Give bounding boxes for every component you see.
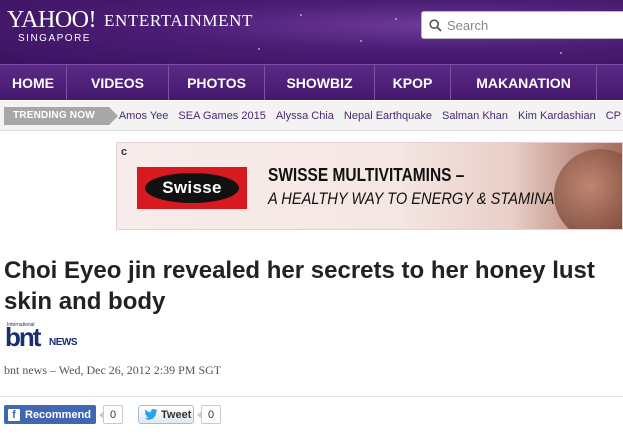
trending-link[interactable]: Kim Kardashian [518, 110, 596, 122]
tweet-button[interactable]: Tweet [138, 405, 194, 424]
header-sparkle [258, 48, 260, 50]
logo-section: ENTERTAINMENT [104, 11, 253, 30]
trending-link[interactable]: CP [606, 110, 621, 122]
swisse-logo: Swisse [137, 167, 247, 209]
search-icon [429, 18, 442, 32]
nav-item-showbiz[interactable]: SHOWBIZ [265, 65, 375, 100]
nav-item-videos[interactable]: VIDEOS [67, 65, 169, 100]
tweet-count: 0 [196, 405, 222, 424]
nav-item-photos[interactable]: PHOTOS [169, 65, 265, 100]
trending-link[interactable]: Nepal Earthquake [344, 110, 432, 122]
facebook-icon: f [8, 408, 20, 421]
facebook-recommend-button[interactable]: f Recommend [4, 405, 96, 424]
facebook-count: 0 [98, 405, 124, 424]
source-logo-main: bnt [5, 322, 41, 352]
search-box[interactable] [421, 11, 623, 39]
twitter-bird-icon [144, 409, 158, 420]
trending-link[interactable]: Alyssa Chia [276, 110, 334, 122]
ad-headline: SWISSE MULTIVITAMINS – [268, 165, 465, 185]
advertisement-banner[interactable]: c Swisse SWISSE MULTIVITAMINS – A HEALTH… [116, 142, 623, 230]
ad-choices-icon[interactable]: c [121, 146, 127, 158]
logo-brand: YAHOO! [7, 7, 97, 33]
header-sparkle [395, 18, 397, 20]
divider [0, 396, 623, 397]
source-logo[interactable]: International bnt NEWS [5, 322, 79, 352]
main-nav: HOME VIDEOS PHOTOS SHOWBIZ KPOP MAKANATI… [0, 64, 623, 100]
nav-item-home[interactable]: HOME [0, 65, 67, 100]
source-logo-suffix: NEWS [49, 337, 78, 348]
trending-bar: TRENDING NOW Amos Yee SEA Games 2015 Aly… [0, 101, 623, 131]
nav-item-kpop[interactable]: KPOP [375, 65, 451, 100]
header-sparkle [360, 40, 362, 42]
facebook-recommend-label: Recommend [25, 408, 92, 421]
trending-link[interactable]: Amos Yee [119, 110, 169, 122]
trending-label: TRENDING NOW [4, 106, 118, 125]
swisse-logo-text: Swisse [145, 173, 239, 203]
nav-item-makanation[interactable]: MAKANATION [451, 65, 597, 100]
search-input[interactable] [447, 17, 607, 33]
ad-model-image [554, 149, 622, 229]
header-sparkle [300, 14, 302, 16]
article-headline: Choi Eyeo jin revealed her secrets to he… [4, 257, 595, 315]
trending-link[interactable]: SEA Games 2015 [178, 110, 265, 122]
header-sparkle [560, 52, 562, 54]
site-header: YAHOO! ENTERTAINMENT SINGAPORE [0, 0, 623, 64]
article-byline: bnt news – Wed, Dec 26, 2012 2:39 PM SGT [4, 363, 222, 377]
logo-region: SINGAPORE [18, 33, 91, 44]
tweet-label: Tweet [161, 408, 192, 421]
ad-tagline: A HEALTHY WAY TO ENERGY & STAMINA [268, 189, 555, 208]
trending-link[interactable]: Salman Khan [442, 110, 508, 122]
